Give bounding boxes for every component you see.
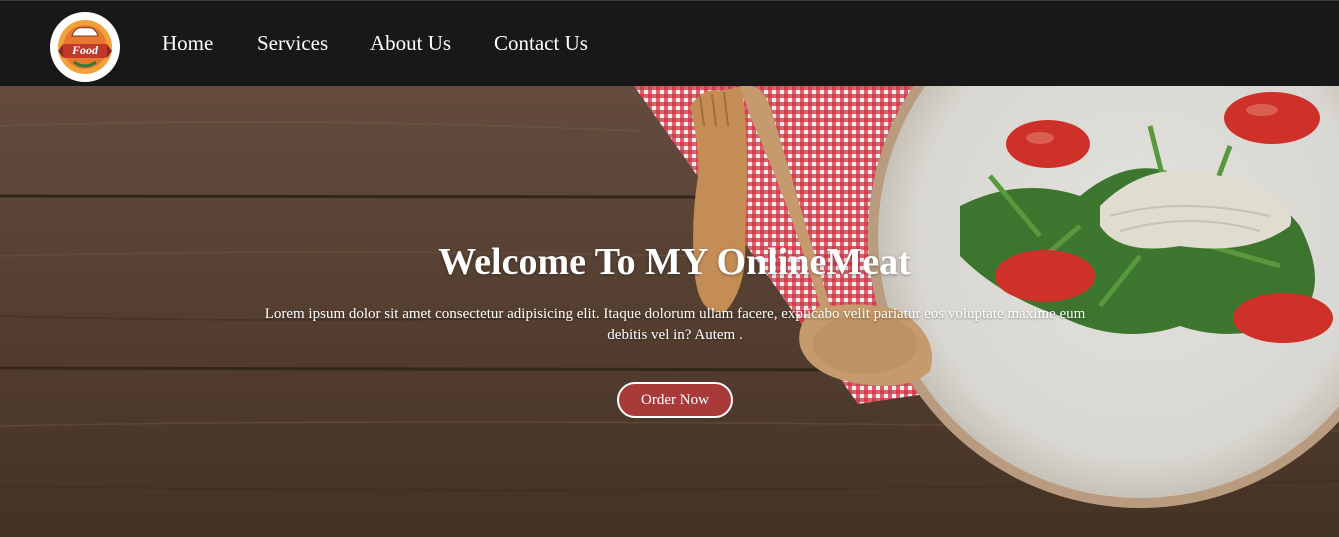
hero-description: Lorem ipsum dolor sit amet consectetur a… [264,306,1086,343]
nav-link-services[interactable]: Services [257,31,328,56]
nav-link-contact-us[interactable]: Contact Us [494,31,588,56]
nav-link-home[interactable]: Home [162,31,213,56]
logo-text: Food [71,43,98,57]
hero-section: Welcome To MY OnlineMeat Lorem ipsum dol… [0,86,1339,537]
navbar: Food Home Services About Us Contact Us [0,0,1339,86]
nav-link-about-us[interactable]: About Us [370,31,451,56]
order-now-button[interactable]: Order Now [617,382,733,418]
food-logo[interactable]: Food [50,12,120,82]
hero-title: Welcome To MY OnlineMeat [438,241,911,283]
